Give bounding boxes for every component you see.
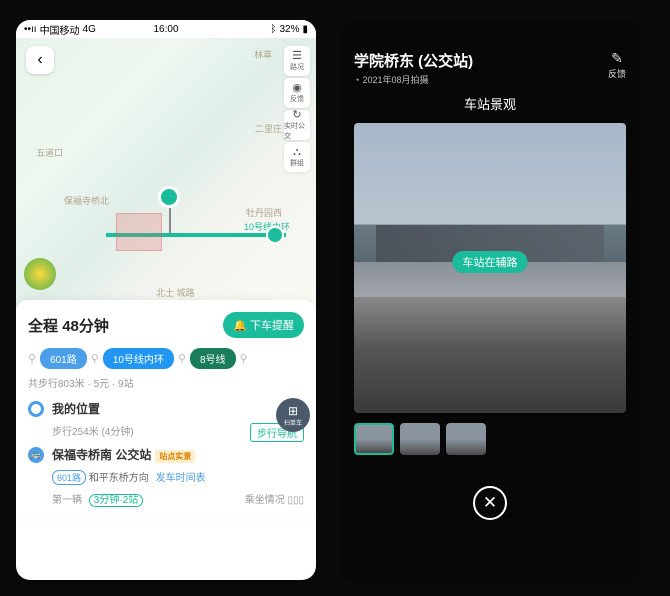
station-photo-screen: 学院桥东 (公交站) ◔2021年08月拍摄 ✎ 反馈 车站景观 车站在辅路 ✕	[340, 20, 640, 580]
step-my-location[interactable]: 我的位置	[28, 400, 304, 417]
road-label: 五道口	[36, 146, 63, 159]
walk-icon: ⚲	[240, 352, 248, 365]
promo-badge[interactable]	[24, 258, 56, 290]
map[interactable]: ‹ ☰路况 ◉反馈 ↻实时公交 ⛬群组 五道口 林萃 二里庄 牡丹园西 10号线…	[16, 38, 316, 308]
chevron-left-icon: ‹	[37, 51, 42, 69]
walk-icon: ⚲	[91, 352, 99, 365]
road-label: 牡丹园西	[246, 206, 282, 219]
map-tools: ☰路况 ◉反馈 ↻实时公交 ⛬群组	[284, 46, 310, 172]
thumbnail[interactable]	[354, 423, 394, 455]
network-label: 4G	[83, 24, 96, 35]
feedback-tool[interactable]: ◉反馈	[284, 78, 310, 108]
photo-annotation: 车站在辅路	[453, 251, 528, 273]
bus-icon: 🚌	[28, 447, 44, 463]
step-title: 我的位置	[52, 400, 100, 417]
carrier-label: 中国移动	[40, 22, 80, 37]
step-walk-info: 步行254米 (4分钟) 步行导航	[52, 423, 304, 438]
route-panel: 全程 48分钟 🔔下车提醒 ⚲ 601路 ⚲ 10号线内环 ⚲ 8号线 ⚲ 共步…	[16, 300, 316, 518]
thumbnail[interactable]	[400, 423, 440, 455]
route-meta: 共步行803米 · 5元 · 9站	[28, 375, 304, 390]
bus-route-info: 601路 和平东桥方向 发车时间表	[52, 469, 304, 485]
road-label: 北土 城路	[156, 286, 195, 299]
feedback-icon: ◉	[292, 83, 302, 94]
chip-line-10[interactable]: 10号线内环	[103, 348, 174, 369]
clock-icon: ◔	[354, 75, 359, 85]
realtime-tool[interactable]: ↻实时公交	[284, 110, 310, 140]
current-location-pin[interactable]	[158, 186, 180, 208]
feedback-button[interactable]: ✎ 反馈	[608, 50, 626, 86]
battery-label: 32%	[279, 24, 299, 35]
timetable-link[interactable]: 发车时间表	[156, 473, 206, 484]
thumbnail[interactable]	[446, 423, 486, 455]
signal-icon: ••ıı	[24, 24, 37, 35]
station-photo[interactable]: 车站在辅路	[354, 123, 626, 413]
area-overlay	[116, 213, 162, 251]
refresh-icon: ↻	[292, 110, 301, 121]
route-transfer-icon	[266, 226, 284, 244]
thumbnail-strip	[340, 413, 640, 465]
edit-icon: ✎	[608, 50, 626, 67]
next-bus-row: 第一辆 3分钟·2站 乘坐情况 ▯▯▯	[52, 491, 304, 506]
close-button[interactable]: ✕	[473, 486, 507, 520]
route-tag[interactable]: 601路	[52, 470, 86, 485]
back-button[interactable]: ‹	[26, 46, 54, 74]
qr-icon: ⊞	[288, 404, 298, 418]
route-chips: ⚲ 601路 ⚲ 10号线内环 ⚲ 8号线 ⚲	[28, 348, 304, 369]
step-bus-station[interactable]: 🚌 保福寺桥南 公交站站点实景	[28, 446, 304, 463]
route-summary: 全程 48分钟	[28, 315, 109, 336]
photo-date: ◔2021年08月拍摄	[354, 73, 473, 86]
walk-icon: ⚲	[178, 352, 186, 365]
station-title: 学院桥东 (公交站)	[354, 50, 473, 71]
bell-icon: 🔔	[233, 319, 247, 332]
overlay-subtitle: 车站景观	[340, 94, 640, 113]
group-icon: ⛬	[293, 147, 301, 158]
seat-icon: ▯▯▯	[287, 495, 304, 506]
chip-line-8[interactable]: 8号线	[190, 348, 236, 369]
road-label: 林萃	[254, 48, 272, 61]
station-label: 保福寺桥北	[64, 194, 109, 207]
location-dot-icon	[28, 401, 44, 417]
chip-bus-601[interactable]: 601路	[40, 348, 87, 369]
traffic-icon: ☰	[292, 51, 302, 62]
transit-app-screen: ••ıı 中国移动 4G 16:00 ᛒ 32% ▮ ‹ ☰路况 ◉反馈 ↻实时…	[16, 20, 316, 580]
traffic-tool[interactable]: ☰路况	[284, 46, 310, 76]
clock: 16:00	[153, 24, 178, 35]
alight-alert-button[interactable]: 🔔下车提醒	[223, 312, 304, 338]
streetview-tag[interactable]: 站点实景	[155, 450, 195, 463]
battery-icon: ▮	[302, 24, 308, 35]
scan-bike-button[interactable]: ⊞扫单车	[276, 398, 310, 432]
bluetooth-icon: ᛒ	[270, 24, 276, 35]
status-bar: ••ıı 中国移动 4G 16:00 ᛒ 32% ▮	[16, 20, 316, 38]
eta-badge: 3分钟·2站	[89, 494, 143, 507]
close-icon: ✕	[483, 493, 497, 513]
road-label: 二里庄	[255, 122, 282, 135]
seat-status[interactable]: 乘坐情况 ▯▯▯	[245, 491, 304, 506]
step-title: 保福寺桥南 公交站站点实景	[52, 446, 195, 463]
walk-icon: ⚲	[28, 352, 36, 365]
overlay-header: 学院桥东 (公交站) ◔2021年08月拍摄 ✎ 反馈	[340, 50, 640, 94]
group-tool[interactable]: ⛬群组	[284, 142, 310, 172]
